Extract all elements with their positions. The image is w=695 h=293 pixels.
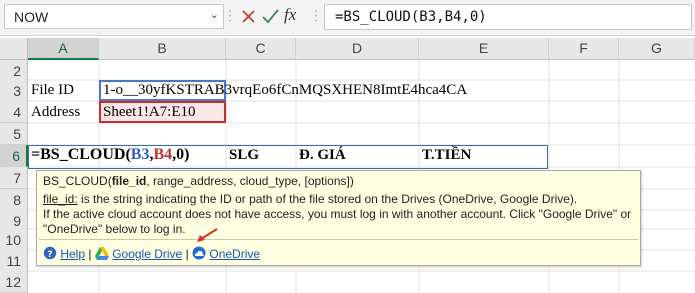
- row-header-2[interactable]: 2: [0, 60, 28, 82]
- onedrive-icon[interactable]: [192, 246, 206, 263]
- svg-text:?: ?: [47, 250, 52, 260]
- row-header-10[interactable]: 10: [0, 229, 28, 251]
- close-icon: [242, 10, 255, 23]
- row-header-11[interactable]: 11: [0, 250, 28, 272]
- row-header-7[interactable]: 7: [0, 167, 28, 189]
- cell-e6[interactable]: T.TIỀN: [422, 147, 471, 164]
- row-header-5[interactable]: 5: [0, 123, 28, 145]
- name-box-value: NOW: [14, 9, 49, 25]
- cell-b4[interactable]: Sheet1!A7:E10: [103, 104, 195, 121]
- cell-c6[interactable]: SLG: [229, 147, 259, 164]
- select-all-corner[interactable]: [0, 38, 28, 60]
- row-header-6[interactable]: 6: [0, 145, 28, 167]
- help-link[interactable]: Help: [60, 247, 85, 261]
- description-line-2: If the active cloud account does not hav…: [43, 207, 632, 236]
- column-header-f[interactable]: F: [549, 38, 619, 60]
- formula-suffix: ,0): [172, 146, 190, 163]
- formula-bar-area: NOW ⌄ · · · fx · · · =BS_CLOUD(B3,B4,0): [0, 0, 695, 36]
- name-box[interactable]: NOW ⌄: [4, 4, 224, 29]
- column-header-c[interactable]: C: [226, 38, 296, 60]
- tooltip-divider: [39, 239, 638, 240]
- drag-handle-icon[interactable]: · · ·: [228, 4, 234, 26]
- formula-ref-b3: B3: [130, 146, 150, 163]
- row-header-12[interactable]: 12: [0, 271, 28, 293]
- column-header-b[interactable]: B: [99, 38, 226, 60]
- formula-function: =BS_CLOUD(: [31, 146, 131, 163]
- argument-description: file_id: is the string indicating the ID…: [43, 192, 635, 237]
- formula-ref-b4: B4: [153, 146, 173, 163]
- row-header-3[interactable]: 3: [0, 80, 28, 102]
- check-icon: [262, 9, 279, 24]
- chevron-down-icon[interactable]: ⌄: [210, 8, 219, 21]
- formula-text: =BS_CLOUD(B3,B4,0): [335, 9, 487, 25]
- cell-a4[interactable]: Address: [31, 104, 80, 121]
- cell-d6[interactable]: Đ. GIÁ: [299, 147, 346, 164]
- current-argument: file_id: [111, 174, 147, 188]
- cell-b3[interactable]: 1-o__30yfKSTRAB3vrqEo6fCnMQSXHEN8ImtE4hc…: [103, 82, 467, 99]
- onedrive-link[interactable]: OneDrive: [209, 247, 260, 261]
- description-line-1: is the string indicating the ID or path …: [77, 192, 578, 206]
- row-header-4[interactable]: 4: [0, 101, 28, 123]
- row-header-8[interactable]: 8: [0, 189, 28, 211]
- column-header-a[interactable]: A: [28, 38, 99, 60]
- help-icon[interactable]: ?: [43, 246, 57, 263]
- function-name: BS_CLOUD(: [43, 174, 112, 188]
- tooltip-footer: ? Help | Google Drive | OneDrive: [43, 246, 260, 263]
- column-header-e[interactable]: E: [419, 38, 549, 60]
- cell-a6-formula[interactable]: =BS_CLOUD(B3,B4,0): [31, 146, 189, 164]
- google-drive-icon[interactable]: [94, 247, 109, 263]
- cell-a3[interactable]: File ID: [31, 82, 74, 99]
- cancel-button[interactable]: [239, 5, 259, 29]
- annotation-arrow-icon: [197, 228, 218, 242]
- function-tooltip: BS_CLOUD(file_id, range_address, cloud_t…: [36, 170, 641, 266]
- column-header-g[interactable]: G: [619, 38, 695, 60]
- parameter-name: file_id:: [43, 192, 78, 206]
- enter-button[interactable]: [260, 5, 282, 29]
- remaining-arguments: , range_address, cloud_type, [options]): [146, 174, 354, 188]
- google-drive-link[interactable]: Google Drive: [112, 247, 182, 261]
- separator: |: [185, 247, 189, 261]
- separator: |: [88, 247, 92, 261]
- column-header-d[interactable]: D: [296, 38, 419, 60]
- insert-function-button[interactable]: fx: [284, 5, 310, 29]
- drag-handle-icon[interactable]: · · ·: [314, 4, 320, 26]
- function-signature: BS_CLOUD(file_id, range_address, cloud_t…: [43, 174, 354, 188]
- formula-input[interactable]: =BS_CLOUD(B3,B4,0): [324, 4, 692, 30]
